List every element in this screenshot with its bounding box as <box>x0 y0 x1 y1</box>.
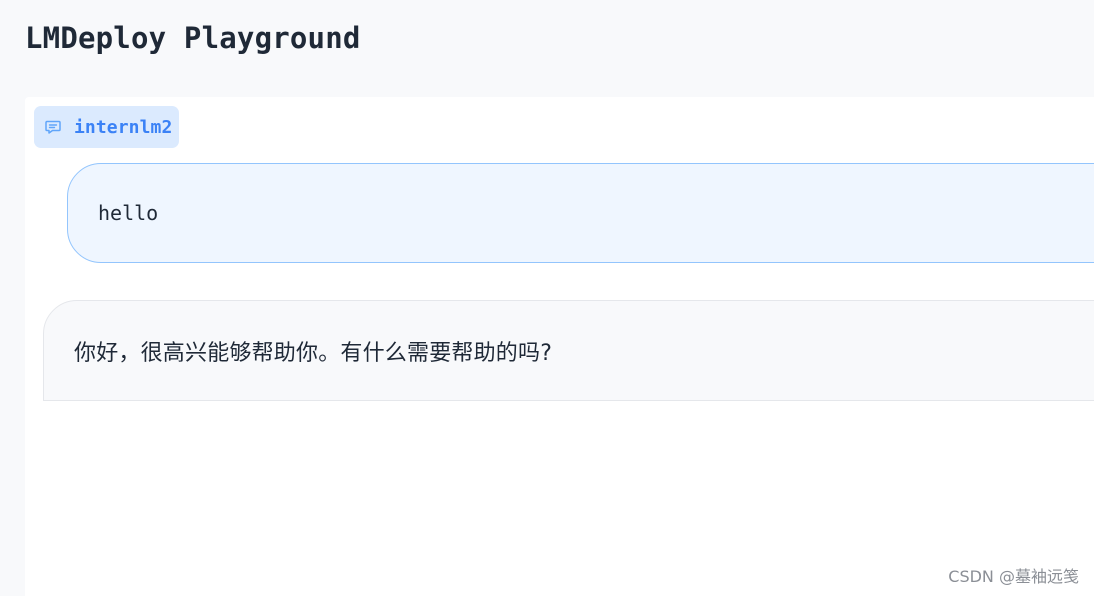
page-title: LMDeploy Playground <box>25 21 361 55</box>
user-message: hello <box>67 163 1094 263</box>
model-label: internlm2 <box>74 116 173 138</box>
watermark: CSDN @墓袖远笺 <box>948 567 1079 586</box>
lmdeploy-playground-page: LMDeploy Playground internlm2 hello 你好，很… <box>0 0 1094 596</box>
chat-bubble-icon <box>44 118 62 136</box>
assistant-message: 你好，很高兴能够帮助你。有什么需要帮助的吗? <box>43 300 1094 401</box>
assistant-message-text: 你好，很高兴能够帮助你。有什么需要帮助的吗? <box>74 340 553 366</box>
user-message-text: hello <box>98 201 159 225</box>
chat-panel: internlm2 hello 你好，很高兴能够帮助你。有什么需要帮助的吗? <box>25 97 1094 596</box>
model-chip: internlm2 <box>34 106 179 148</box>
